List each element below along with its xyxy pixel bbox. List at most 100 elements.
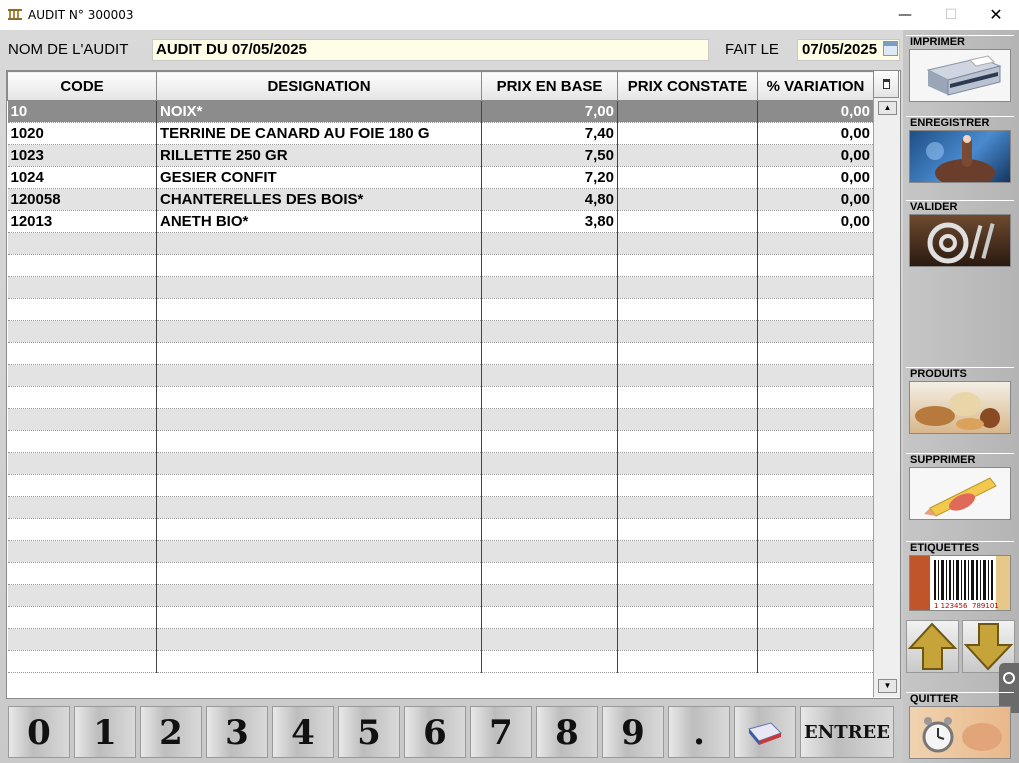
cell-variation[interactable]: [757, 320, 874, 343]
scroll-down-button[interactable]: ▼: [878, 679, 897, 693]
cell-prix-constate[interactable]: [617, 584, 758, 607]
key-5[interactable]: 5: [338, 706, 400, 758]
table-row[interactable]: [7, 298, 874, 321]
cell-designation[interactable]: [156, 562, 482, 585]
cell-code[interactable]: [7, 320, 157, 343]
close-button[interactable]: ✕: [973, 0, 1019, 30]
cell-prix-constate[interactable]: [617, 518, 758, 541]
table-row[interactable]: [7, 320, 874, 343]
cell-code[interactable]: [7, 364, 157, 387]
cell-prix-en-base[interactable]: [481, 386, 618, 409]
cell-designation[interactable]: [156, 232, 482, 255]
cell-prix-constate[interactable]: [617, 166, 758, 189]
key-8[interactable]: 8: [536, 706, 598, 758]
cell-prix-en-base[interactable]: [481, 320, 618, 343]
cell-code[interactable]: [7, 628, 157, 651]
cell-prix-constate[interactable]: [617, 540, 758, 563]
cell-prix-en-base[interactable]: 7,20: [481, 166, 618, 189]
cell-designation[interactable]: [156, 518, 482, 541]
cell-designation[interactable]: [156, 408, 482, 431]
cell-designation[interactable]: [156, 254, 482, 277]
key-backspace[interactable]: [734, 706, 796, 758]
table-row[interactable]: 120058 CHANTERELLES DES BOIS* 4,80 0,00: [7, 188, 874, 211]
cell-prix-constate[interactable]: [617, 342, 758, 365]
cell-prix-constate[interactable]: [617, 232, 758, 255]
cell-code[interactable]: [7, 562, 157, 585]
table-row[interactable]: [7, 540, 874, 563]
cell-variation[interactable]: [757, 364, 874, 387]
cell-code[interactable]: 120058: [7, 188, 157, 211]
cell-designation[interactable]: RILLETTE 250 GR: [156, 144, 482, 167]
cell-variation[interactable]: 0,00: [757, 100, 874, 123]
cell-designation[interactable]: [156, 584, 482, 607]
cell-code[interactable]: [7, 342, 157, 365]
cell-variation[interactable]: [757, 562, 874, 585]
table-row[interactable]: [7, 408, 874, 431]
cell-variation[interactable]: [757, 628, 874, 651]
cell-variation[interactable]: [757, 650, 874, 673]
table-row[interactable]: [7, 364, 874, 387]
cell-prix-en-base[interactable]: [481, 276, 618, 299]
key-decimal[interactable]: .: [668, 706, 730, 758]
cell-prix-en-base[interactable]: [481, 254, 618, 277]
table-row[interactable]: [7, 232, 874, 255]
cell-variation[interactable]: 0,00: [757, 210, 874, 233]
col-prix-constate[interactable]: PRIX CONSTATE: [617, 71, 758, 101]
cell-designation[interactable]: [156, 540, 482, 563]
cell-designation[interactable]: [156, 364, 482, 387]
validate-button[interactable]: VALIDER: [906, 200, 1014, 267]
cell-code[interactable]: [7, 254, 157, 277]
maximize-button[interactable]: ☐: [928, 0, 974, 30]
cell-prix-en-base[interactable]: [481, 496, 618, 519]
cell-variation[interactable]: 0,00: [757, 144, 874, 167]
cell-designation[interactable]: GESIER CONFIT: [156, 166, 482, 189]
cell-variation[interactable]: 0,00: [757, 166, 874, 189]
cell-designation[interactable]: NOIX*: [156, 100, 482, 123]
cell-prix-en-base[interactable]: [481, 518, 618, 541]
products-button[interactable]: PRODUITS: [906, 367, 1014, 434]
cell-variation[interactable]: [757, 430, 874, 453]
cell-code[interactable]: [7, 452, 157, 475]
key-6[interactable]: 6: [404, 706, 466, 758]
cell-variation[interactable]: [757, 408, 874, 431]
cell-prix-en-base[interactable]: [481, 606, 618, 629]
labels-button[interactable]: ETIQUETTES 1 123456 789101: [906, 541, 1014, 611]
cell-code[interactable]: [7, 540, 157, 563]
cell-designation[interactable]: [156, 628, 482, 651]
col-code[interactable]: CODE: [7, 71, 157, 101]
enter-button[interactable]: ENTREE: [800, 706, 894, 758]
col-variation[interactable]: % VARIATION: [757, 71, 874, 101]
cell-designation[interactable]: [156, 386, 482, 409]
table-row[interactable]: [7, 650, 874, 673]
cell-variation[interactable]: [757, 496, 874, 519]
cell-prix-en-base[interactable]: [481, 298, 618, 321]
cell-code[interactable]: [7, 298, 157, 321]
table-row[interactable]: 12013 ANETH BIO* 3,80 0,00: [7, 210, 874, 233]
cell-variation[interactable]: [757, 518, 874, 541]
cell-code[interactable]: [7, 584, 157, 607]
cell-code[interactable]: 12013: [7, 210, 157, 233]
cell-prix-en-base[interactable]: 7,50: [481, 144, 618, 167]
cell-prix-constate[interactable]: [617, 298, 758, 321]
cell-prix-en-base[interactable]: [481, 650, 618, 673]
quit-button[interactable]: QUITTER: [906, 692, 1014, 759]
cell-code[interactable]: [7, 606, 157, 629]
cell-prix-en-base[interactable]: [481, 562, 618, 585]
table-row[interactable]: [7, 276, 874, 299]
cell-variation[interactable]: [757, 342, 874, 365]
cell-designation[interactable]: [156, 298, 482, 321]
key-1[interactable]: 1: [74, 706, 136, 758]
cell-prix-constate[interactable]: [617, 606, 758, 629]
table-row[interactable]: [7, 496, 874, 519]
cell-designation[interactable]: TERRINE DE CANARD AU FOIE 180 G: [156, 122, 482, 145]
cell-designation[interactable]: [156, 606, 482, 629]
audit-name-input[interactable]: AUDIT DU 07/05/2025: [152, 39, 709, 61]
table-row[interactable]: 1020 TERRINE DE CANARD AU FOIE 180 G 7,40 0…: [7, 122, 874, 145]
cell-prix-constate[interactable]: [617, 562, 758, 585]
cell-variation[interactable]: [757, 584, 874, 607]
cell-prix-constate[interactable]: [617, 100, 758, 123]
table-row[interactable]: [7, 430, 874, 453]
cell-prix-constate[interactable]: [617, 188, 758, 211]
cell-designation[interactable]: [156, 276, 482, 299]
cell-code[interactable]: 1023: [7, 144, 157, 167]
